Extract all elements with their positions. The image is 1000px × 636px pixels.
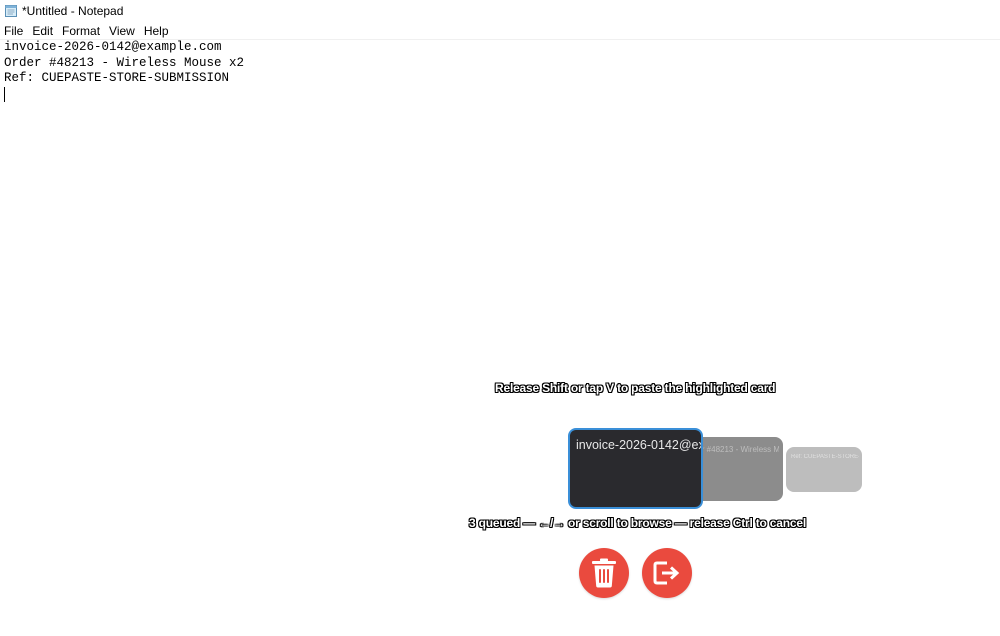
clip-card-3[interactable]: Ref: CUEPASTE-STORE-SUBMISSION <box>786 447 862 492</box>
trash-icon <box>592 558 616 588</box>
clip-card-text: invoice-2026-0142@example.com <box>576 438 701 452</box>
notepad-icon <box>5 5 17 17</box>
exit-icon <box>653 561 680 585</box>
menu-help[interactable]: Help <box>140 24 174 38</box>
window-title: *Untitled - Notepad <box>22 4 124 18</box>
clip-card-highlighted[interactable]: invoice-2026-0142@example.com <box>568 428 703 509</box>
title-bar: *Untitled - Notepad <box>0 0 1000 22</box>
menu-file[interactable]: File <box>0 24 28 38</box>
exit-button[interactable] <box>642 548 692 598</box>
paste-hint: Release Shift or tap V to paste the high… <box>495 381 776 395</box>
editor-caret-line <box>4 86 994 103</box>
editor-line: invoice-2026-0142@example.com <box>4 40 222 54</box>
menu-view[interactable]: View <box>105 24 140 38</box>
clip-card-text: Ref: CUEPASTE-STORE-SUBMISSION <box>791 454 859 460</box>
text-caret <box>4 86 5 102</box>
menu-edit[interactable]: Edit <box>28 24 58 38</box>
editor-line: Ref: CUEPASTE-STORE-SUBMISSION <box>4 71 230 86</box>
menu-bar: File Edit Format View Help <box>0 22 1000 40</box>
delete-card-button[interactable] <box>579 548 629 598</box>
menu-format[interactable]: Format <box>58 24 105 38</box>
text-editor[interactable]: invoice-2026-0142@example.com Order #482… <box>4 40 994 102</box>
editor-line: Order #48213 - Wireless Mouse x2 <box>4 55 245 70</box>
browse-hint: 3 queued — ←/→ or scroll to browse — rel… <box>469 516 806 530</box>
